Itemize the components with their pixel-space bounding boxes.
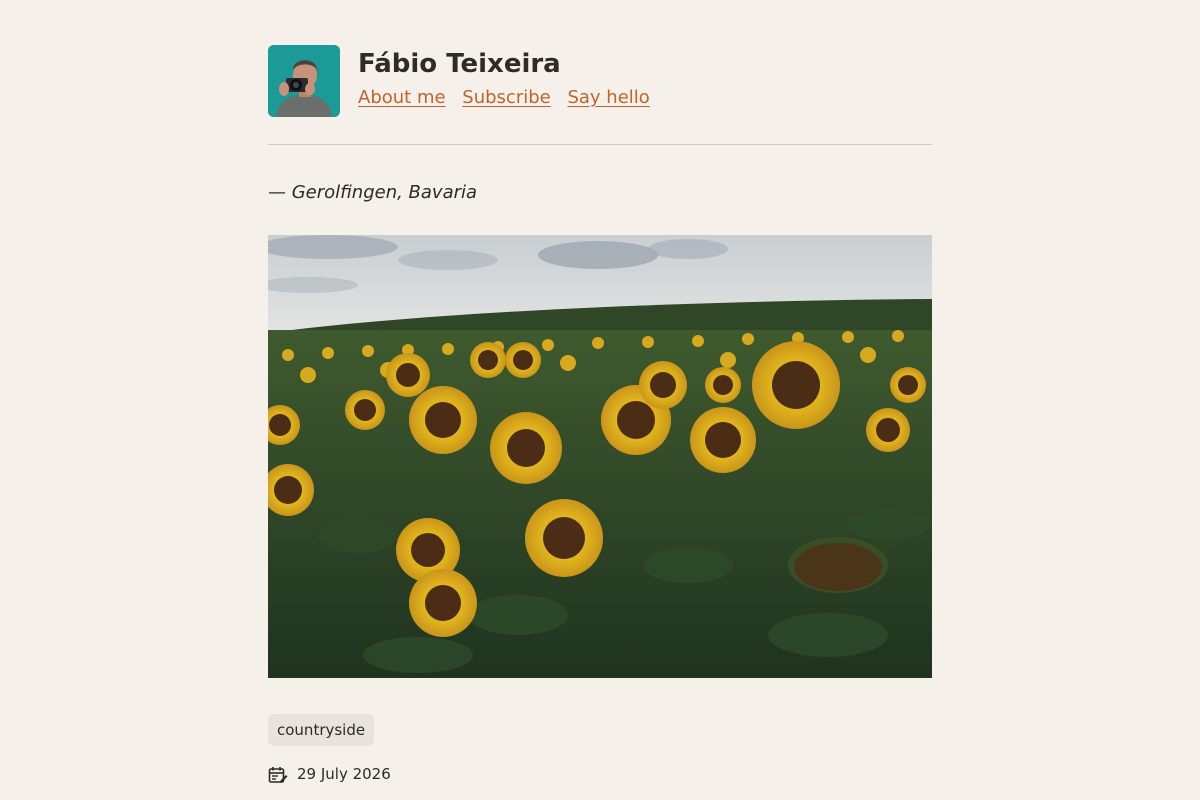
sunflower-field-image bbox=[268, 235, 932, 678]
calendar-edit-icon bbox=[268, 766, 288, 786]
nav-link-about-me[interactable]: About me bbox=[358, 87, 446, 108]
header-divider bbox=[268, 144, 932, 145]
author-name[interactable]: Fábio Teixeira bbox=[358, 49, 561, 79]
site-header: Fábio Teixeira About me Subscribe Say he… bbox=[268, 45, 932, 117]
tag-countryside[interactable]: countryside bbox=[268, 714, 375, 746]
author-avatar[interactable] bbox=[268, 45, 340, 117]
photographer-avatar-image bbox=[268, 45, 340, 117]
nav-link-say-hello[interactable]: Say hello bbox=[567, 87, 649, 108]
main-nav: About me Subscribe Say hello bbox=[358, 87, 661, 108]
post-photo[interactable] bbox=[268, 235, 932, 678]
post-date-text: 29 July 2026 bbox=[297, 765, 391, 783]
post-location: — Gerolfingen, Bavaria bbox=[268, 182, 478, 203]
nav-link-subscribe[interactable]: Subscribe bbox=[462, 87, 550, 108]
